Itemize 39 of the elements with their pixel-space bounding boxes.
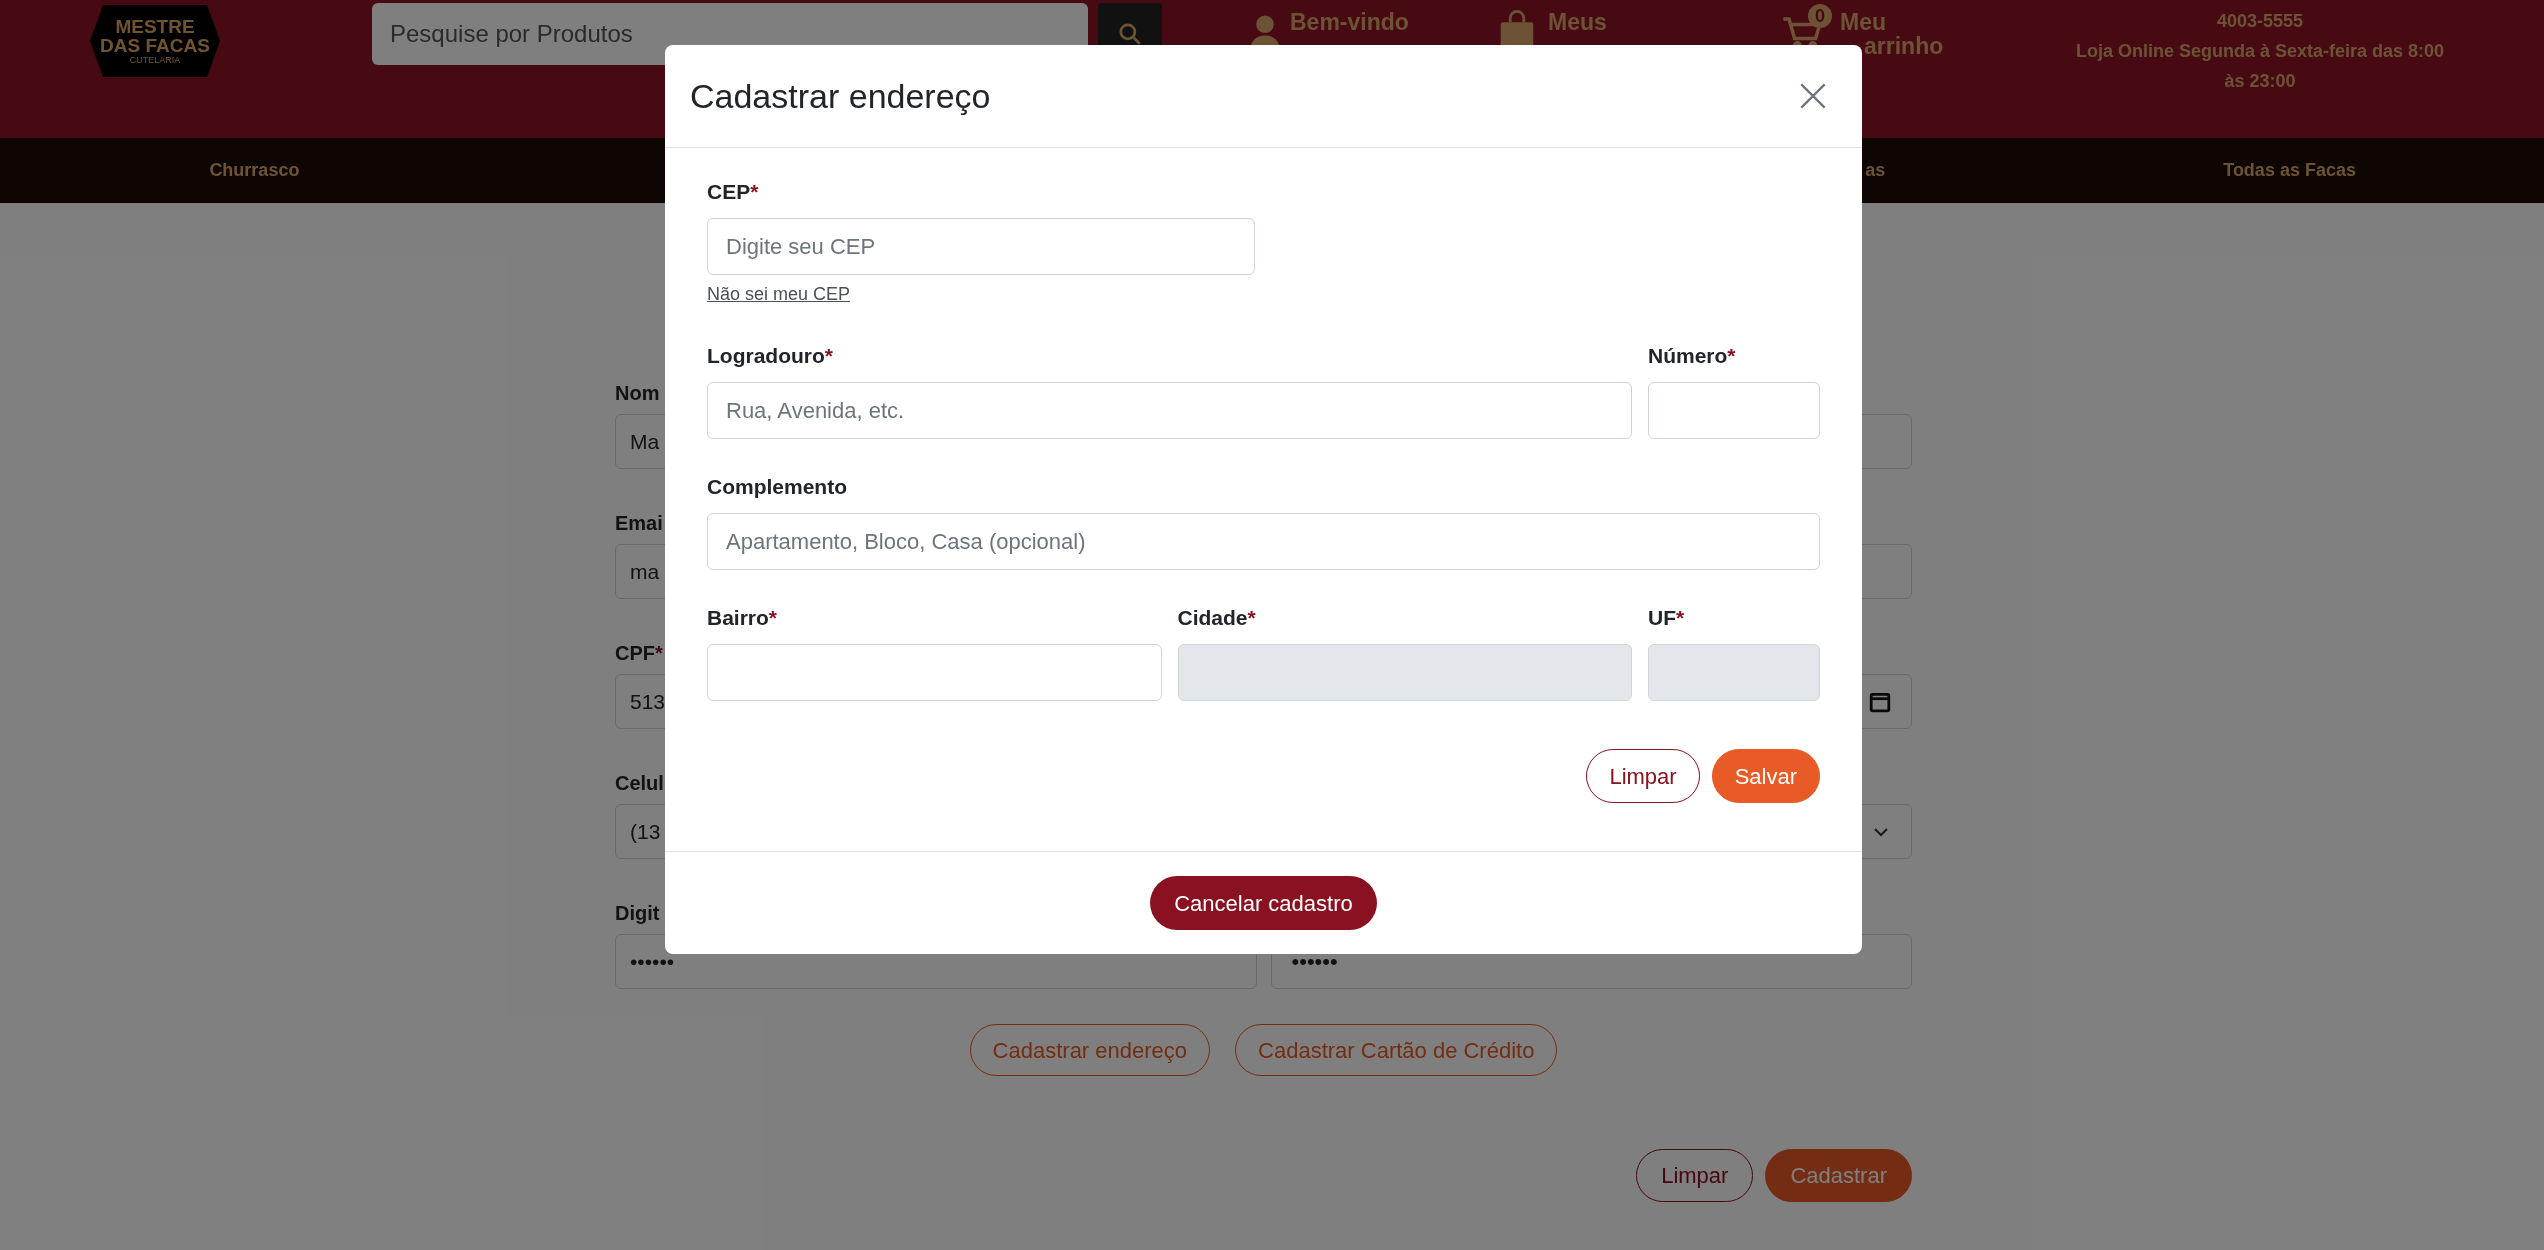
field-label: UF*	[1648, 605, 1686, 628]
field-label: Emai	[615, 511, 663, 536]
field-value: ••••••	[1291, 948, 1338, 976]
calendar-icon[interactable]	[1869, 690, 1891, 713]
clear-button[interactable]: Limpar	[1586, 749, 1700, 803]
input-field[interactable]: Apartamento, Bloco, Casa (opcional)	[707, 513, 1820, 570]
nav-link[interactable]: as	[1865, 157, 1886, 184]
nav-link[interactable]: Todas as Facas	[2223, 157, 2356, 184]
submit-button[interactable]: Cadastrar	[1765, 1149, 1912, 1202]
help-link[interactable]: Não sei meu CEP	[707, 281, 851, 308]
input-field[interactable]	[707, 644, 1162, 701]
field-label: Celul	[615, 771, 664, 796]
close-icon[interactable]	[1799, 82, 1827, 110]
cart-count-badge: 0	[1808, 4, 1832, 28]
cancel-button[interactable]: Cancelar cadastro	[1150, 876, 1377, 930]
account-greeting: Bem-vindo	[1290, 10, 1409, 34]
cart-label: arrinho	[1864, 34, 1944, 58]
input-field[interactable]	[1648, 382, 1820, 439]
field-label: CEP*	[707, 179, 760, 202]
orders-link[interactable]: Meus	[1548, 10, 1607, 48]
field-label: CPF*	[615, 641, 663, 666]
field-label: Nom	[615, 381, 660, 406]
modal-title: Cadastrar endereço	[690, 75, 991, 117]
clear-button[interactable]: Limpar	[1636, 1149, 1754, 1202]
logo[interactable]: MESTRE DAS FACAS CUTELARIA	[90, 5, 220, 77]
opening-hours: Loja Online Segunda à Sexta-feira das 8:00 às 23:00	[2074, 40, 2446, 93]
input-field[interactable]: Rua, Avenida, etc.	[707, 382, 1632, 439]
field-label: Digit	[615, 901, 660, 926]
search-icon	[1117, 21, 1143, 47]
field-label: Bairro*	[707, 605, 779, 628]
save-button[interactable]: Salvar	[1711, 749, 1820, 803]
field-label: Número*	[1648, 343, 1737, 366]
nav-link[interactable]: Churrasco	[209, 157, 300, 184]
field-label: Cidade*	[1177, 605, 1257, 628]
input-field[interactable]: Digite seu CEP	[707, 218, 1255, 275]
phone-number: 4003-5555	[2216, 10, 2304, 33]
field-label: Complemento	[707, 474, 848, 497]
cart-label: Meu	[1840, 10, 1887, 34]
field-label: Logradouro*	[707, 343, 834, 366]
